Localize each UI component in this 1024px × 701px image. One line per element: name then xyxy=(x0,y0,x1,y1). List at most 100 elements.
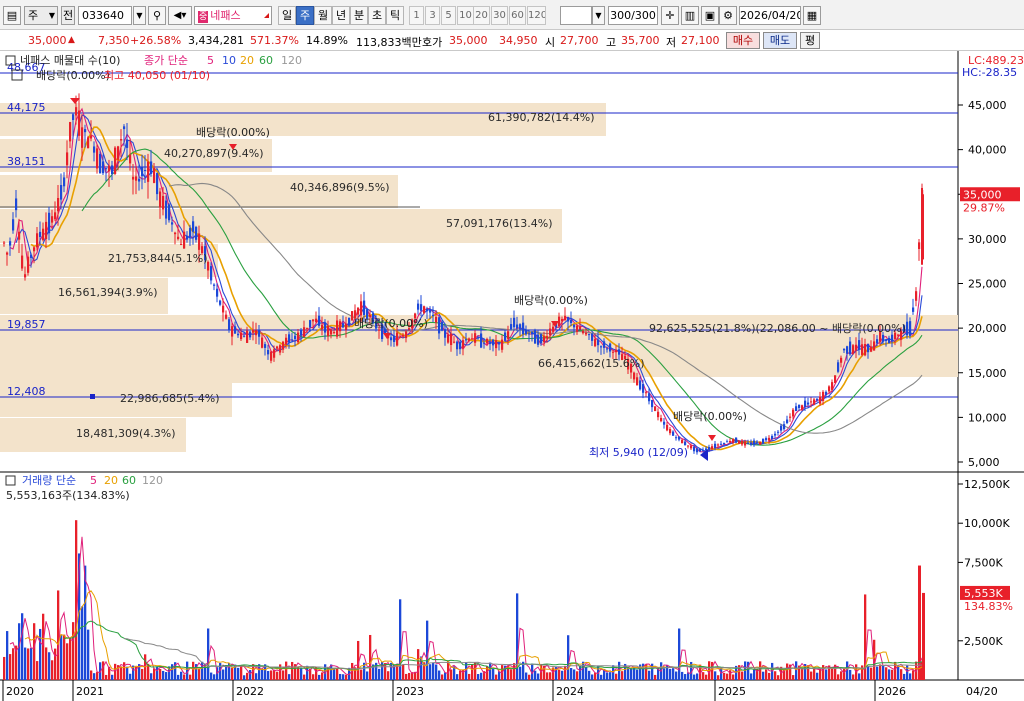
volume-bar xyxy=(255,673,258,680)
volume-bar xyxy=(438,670,441,680)
candle-body xyxy=(429,309,432,313)
candle-body xyxy=(285,337,288,345)
crosshair-button[interactable]: ✛ xyxy=(661,6,679,25)
ma-legend-period: 120 xyxy=(281,54,302,67)
candle-body xyxy=(69,122,72,142)
candle-body xyxy=(588,334,591,336)
candle-body xyxy=(906,321,909,336)
buy-button[interactable]: 매수 xyxy=(726,32,760,49)
candle-body xyxy=(51,216,54,223)
period-tab-0[interactable]: 일 xyxy=(278,6,296,25)
volume-bar xyxy=(621,671,624,680)
volume-bar xyxy=(705,674,708,680)
candle-body xyxy=(819,396,822,404)
volume-bar xyxy=(573,669,576,680)
candle-body xyxy=(255,330,258,336)
volume-tick-label: 7,500K xyxy=(964,556,1003,569)
candle-body xyxy=(423,306,426,314)
flat-button[interactable]: 평 xyxy=(800,32,820,49)
custom-interval-input[interactable] xyxy=(560,6,592,25)
search-button[interactable]: ⚲ xyxy=(148,6,166,25)
chart-settings-button[interactable]: ▥ xyxy=(681,6,699,25)
search-icon: ⚲ xyxy=(152,9,162,22)
price-tick-label: 25,000 xyxy=(968,278,1007,291)
interval-button-5[interactable]: 5 xyxy=(441,6,456,25)
candle-body xyxy=(531,331,534,335)
price-tick-label: 45,000 xyxy=(968,99,1007,112)
dividend-annotation: 배당락(0.00%) xyxy=(354,317,428,330)
volume-bar xyxy=(51,660,54,680)
candle-body xyxy=(495,340,498,349)
interval-dropdown-button[interactable]: ▼ xyxy=(592,6,605,25)
crosshair-icon: ✛ xyxy=(665,9,675,22)
volume-bar xyxy=(636,669,639,680)
interval-button-60[interactable]: 60 xyxy=(509,6,526,25)
volume-tick-label: 10,000K xyxy=(964,517,1010,530)
candle-body xyxy=(168,204,171,221)
volume-bar xyxy=(120,666,123,680)
volume-bar xyxy=(9,654,12,680)
count-field[interactable]: 300/300 xyxy=(608,6,658,25)
candle-body xyxy=(246,330,249,343)
code-dropdown-button[interactable]: ▼ xyxy=(133,6,146,25)
interval-button-120[interactable]: 120 xyxy=(527,6,546,25)
candle-body xyxy=(684,441,687,446)
candle-body xyxy=(507,331,510,339)
period-tab-6[interactable]: 틱 xyxy=(386,6,404,25)
settings-button[interactable]: ⚙ xyxy=(719,6,737,25)
period-tab-3[interactable]: 년 xyxy=(332,6,350,25)
save-button[interactable]: ▣ xyxy=(701,6,719,25)
interval-button-20[interactable]: 20 xyxy=(473,6,490,25)
volume-bar xyxy=(399,599,402,680)
period-tab-5[interactable]: 초 xyxy=(368,6,386,25)
chart-type-select[interactable]: 주 ▼ xyxy=(24,6,58,25)
volume-bar xyxy=(318,674,321,680)
interval-button-30[interactable]: 30 xyxy=(491,6,508,25)
stock-name-box[interactable]: 중 네패스 xyxy=(194,6,272,25)
volume-bar xyxy=(882,665,885,680)
date-field[interactable]: 2026/04/20 xyxy=(739,6,801,25)
sell-button[interactable]: 매도 xyxy=(763,32,797,49)
candle-body xyxy=(699,448,702,452)
price-chart[interactable]: 45,000 40,000 35,000 30,000 25,000 20,000 15,0… xyxy=(0,51,1024,701)
candle-body xyxy=(60,185,63,200)
volume-bar xyxy=(153,668,156,680)
interval-button-10[interactable]: 10 xyxy=(457,6,474,25)
volume-plot-area[interactable] xyxy=(0,472,958,680)
candle-body xyxy=(468,338,471,341)
candle-body xyxy=(159,191,162,208)
price-change: 7,350 xyxy=(98,34,130,47)
stock-code-input[interactable]: 033640 xyxy=(78,6,132,25)
volume-tick-label: 2,500K xyxy=(964,635,1003,648)
candle-body xyxy=(336,320,339,337)
interval-button-1[interactable]: 1 xyxy=(409,6,424,25)
volume-bar xyxy=(207,628,210,680)
candle-body xyxy=(486,338,489,344)
stock-list-button[interactable]: ◀▾ xyxy=(168,6,192,25)
candle-body xyxy=(324,322,327,333)
period-tab-2[interactable]: 월 xyxy=(314,6,332,25)
candle-body xyxy=(762,438,765,444)
volume-bar xyxy=(444,672,447,680)
period-tab-1[interactable]: 주 xyxy=(296,6,314,25)
chart-menu-icon[interactable]: ▤ xyxy=(3,6,21,25)
period-tab-4[interactable]: 분 xyxy=(350,6,368,25)
calendar-button[interactable]: ▦ xyxy=(803,6,821,25)
count-total: /300 xyxy=(631,9,656,22)
prev-button[interactable]: 전 xyxy=(61,6,75,25)
candle-body xyxy=(33,247,36,252)
price-tick-label: 5,000 xyxy=(968,456,1000,469)
volume-bar xyxy=(837,674,840,680)
interval-button-3[interactable]: 3 xyxy=(425,6,440,25)
candle-body xyxy=(126,139,129,148)
low-price: 27,100 xyxy=(681,34,720,47)
open-price: 27,700 xyxy=(560,34,599,47)
bid-price: 34,950 xyxy=(499,34,538,47)
candle-body xyxy=(141,167,144,177)
candle-body xyxy=(651,399,654,408)
volume-bar xyxy=(549,672,552,680)
candle-body xyxy=(348,317,351,326)
volume-bar xyxy=(24,647,27,680)
candle-body xyxy=(114,147,117,174)
volume-bar xyxy=(336,668,339,680)
